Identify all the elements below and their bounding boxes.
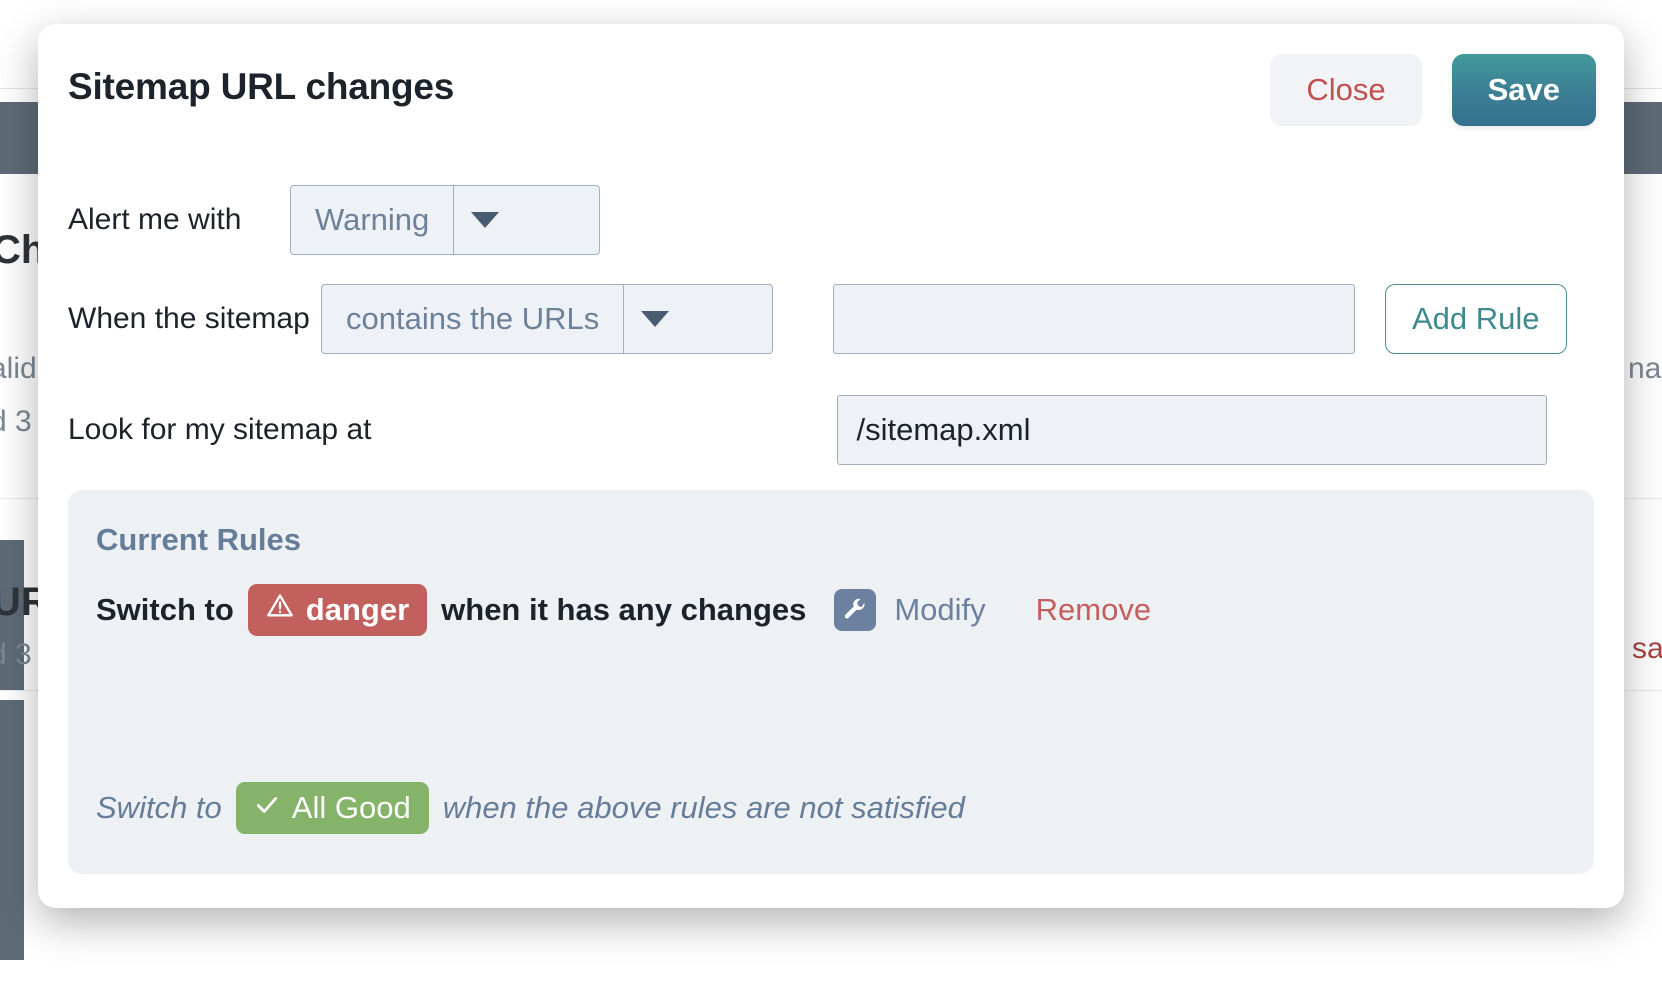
- chevron-down-icon: [453, 186, 516, 254]
- background-text: d 3: [0, 405, 32, 438]
- background-left-rail-lower: [0, 700, 24, 960]
- page-title: Sitemap URL changes: [68, 66, 455, 107]
- current-rules-title: Current Rules: [96, 522, 301, 557]
- background-text: alid: [0, 352, 37, 385]
- remove-link[interactable]: Remove: [1036, 592, 1151, 628]
- rule-prefix: Switch to: [96, 592, 234, 627]
- condition-select[interactable]: contains the URLs: [321, 284, 773, 354]
- fallback-prefix: Switch to: [96, 790, 222, 825]
- fallback-rule-row: Switch to All Good when the above rules …: [96, 782, 965, 834]
- condition-value: contains the URLs: [346, 301, 600, 336]
- sitemap-location-label: Look for my sitemap at: [68, 413, 372, 446]
- modal-header-actions: Close Save: [1270, 54, 1596, 126]
- alert-severity-select[interactable]: Warning: [290, 185, 600, 255]
- status-badge-danger: danger: [247, 584, 428, 636]
- urls-input[interactable]: [833, 284, 1355, 354]
- alert-severity-value: Warning: [315, 202, 430, 237]
- modal-form: Alert me with Warning When the sitemap c…: [38, 172, 1624, 490]
- background-text: sa: [1632, 632, 1662, 665]
- condition-row: When the sitemap contains the URLs Add R…: [68, 268, 1594, 370]
- sitemap-url-changes-modal: Sitemap URL changes Close Save Alert me …: [38, 24, 1624, 908]
- chevron-down-icon: [623, 285, 686, 353]
- sitemap-path-input[interactable]: [837, 395, 1548, 465]
- modal-header: Sitemap URL changes Close Save: [38, 24, 1624, 172]
- status-badge-all-good: All Good: [235, 782, 429, 834]
- alert-severity-row: Alert me with Warning: [68, 172, 1594, 268]
- status-badge-danger-label: danger: [305, 592, 410, 627]
- rule-suffix: when it has any changes: [441, 592, 807, 627]
- fallback-suffix: when the above rules are not satisfied: [442, 790, 965, 825]
- alert-severity-label: Alert me with: [68, 203, 242, 236]
- background-text: d 3: [0, 638, 32, 671]
- wrench-icon[interactable]: [834, 589, 877, 631]
- modify-link[interactable]: Modify: [894, 592, 985, 628]
- close-button[interactable]: Close: [1270, 54, 1422, 126]
- background-text: nal: [1628, 352, 1662, 385]
- save-button[interactable]: Save: [1451, 54, 1596, 126]
- condition-label: When the sitemap: [68, 302, 310, 335]
- check-icon: [254, 790, 280, 826]
- sitemap-location-row: Look for my sitemap at: [68, 370, 1594, 490]
- rule-row: Switch to danger when it has any changes: [96, 584, 1566, 636]
- add-rule-button[interactable]: Add Rule: [1385, 284, 1567, 354]
- current-rules-panel: Current Rules Switch to danger when it h…: [68, 490, 1594, 874]
- warning-triangle-icon: [266, 592, 294, 628]
- status-badge-all-good-label: All Good: [291, 790, 411, 825]
